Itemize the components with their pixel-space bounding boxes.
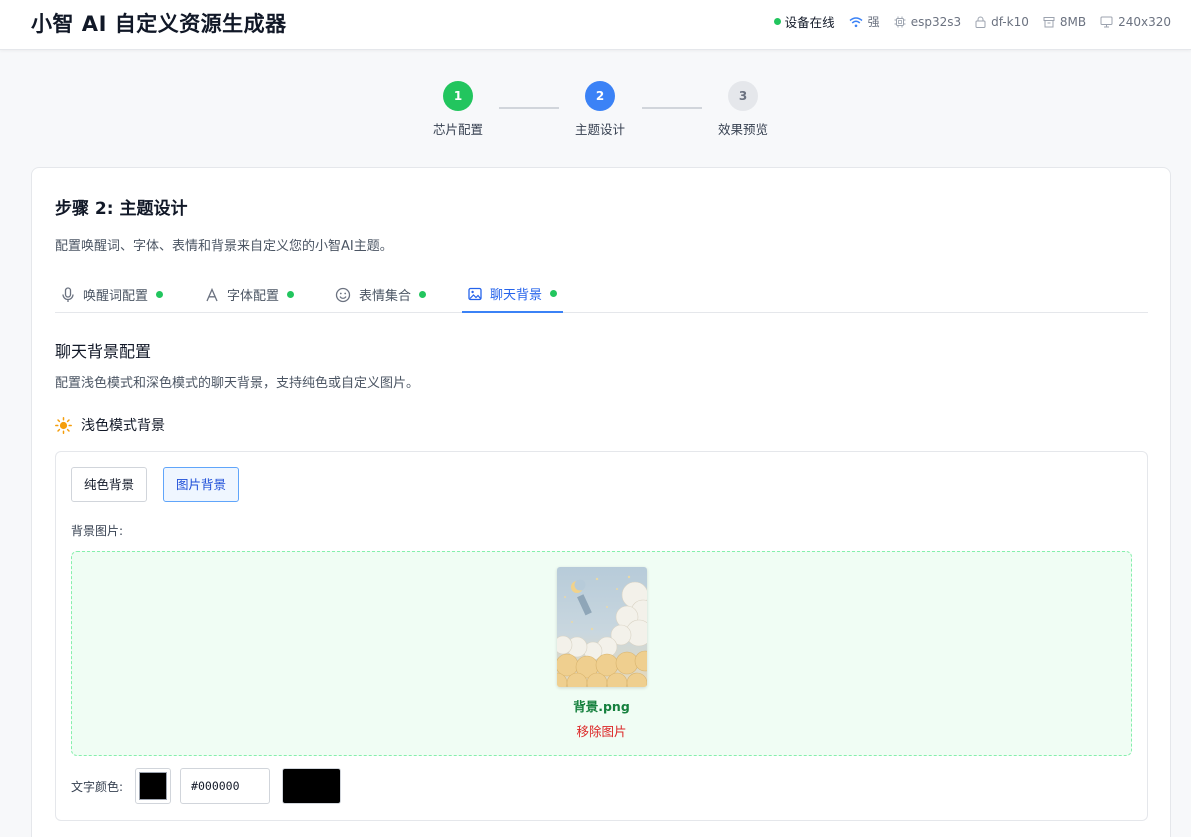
background-thumbnail [557,567,647,687]
text-color-picker[interactable] [135,768,172,804]
progress-stepper: 1 芯片配置 2 主题设计 3 效果预览 [0,80,1191,140]
tab-complete-dot [287,291,295,298]
tab-label: 字体配置 [227,289,280,304]
app-title: 小智 AI 自定义资源生成器 [31,12,287,36]
tab-wake-word[interactable]: 唤醒词配置 [55,276,169,313]
lock-icon [975,16,986,28]
step-chip-config[interactable]: 1 芯片配置 [408,80,508,138]
microphone-icon [62,286,74,302]
smile-icon [335,287,351,302]
text-color-preview [282,768,342,804]
tab-font[interactable]: 字体配置 [199,276,300,313]
wifi-icon [849,16,863,27]
section-title: 聊天背景配置 [55,342,152,361]
section-description: 配置浅色模式和深色模式的聊天背景，支持纯色或自定义图片。 [55,376,420,391]
chip-text: esp32s3 [910,14,962,29]
image-icon [468,287,482,300]
background-image-label: 背景图片: [71,524,124,538]
chip-status: esp32s3 [894,15,961,29]
step-label: 主题设计 [574,122,625,137]
board-text: df-k10 [991,14,1029,29]
theme-tabs: 唤醒词配置 字体配置 表情集合 聊天背景 [55,276,1148,313]
archive-icon [1043,16,1055,27]
tab-emoji[interactable]: 表情集合 [329,276,432,313]
color-swatch [139,772,168,800]
flash-text: 8MB [1059,14,1087,29]
step-label: 芯片配置 [432,122,483,137]
tab-complete-dot [419,291,427,298]
online-status: 设备在线 [773,12,835,31]
tab-complete-dot [550,290,558,297]
chip-icon [894,16,906,27]
light-background-panel: 纯色背景 图片背景 背景图片: 背景.png 移除图片 文字颜色: #00000… [55,451,1148,821]
signal-status: 强 [849,13,880,30]
text-color-row: 文字颜色: [71,768,342,804]
sun-icon [55,416,72,434]
step-number: 2 [585,81,615,111]
step-theme-design[interactable]: 2 主题设计 [550,80,650,138]
step-preview[interactable]: 3 效果预览 [693,80,793,138]
tab-label: 聊天背景 [490,288,543,303]
step-number: 3 [728,81,758,111]
board-status: df-k10 [975,15,1029,29]
online-dot [773,18,781,25]
resolution-status: 240x320 [1100,15,1171,29]
image-upload-dropzone[interactable]: 背景.png 移除图片 [71,551,1132,756]
monitor-icon [1100,16,1113,27]
app-header: 小智 AI 自定义资源生成器 设备在线 强 esp32s3 df-k10 8MB… [0,0,1191,50]
font-icon [206,287,218,301]
device-status-bar: 设备在线 强 esp32s3 df-k10 8MB 240x320 [760,12,1171,31]
card-description: 配置唤醒词、字体、表情和背景来自定义您的小智AI主题。 [55,239,393,254]
uploaded-filename: 背景.png [573,699,630,714]
image-background-button[interactable]: 图片背景 [163,467,240,502]
step-label: 效果预览 [717,122,768,137]
flash-status: 8MB [1043,15,1086,29]
tab-label: 表情集合 [359,289,412,304]
online-status-text: 设备在线 [784,15,835,30]
tab-chat-background[interactable]: 聊天背景 [462,276,564,313]
tab-complete-dot [156,291,164,298]
resolution-text: 240x320 [1118,14,1171,29]
remove-image-link[interactable]: 移除图片 [72,721,1131,740]
step-number: 1 [443,81,473,111]
card-title: 步骤 2: 主题设计 [55,199,188,219]
solid-background-button[interactable]: 纯色背景 [71,467,148,502]
tab-label: 唤醒词配置 [83,289,149,304]
light-mode-title: 浅色模式背景 [81,418,165,434]
text-color-hex-input[interactable] [180,768,271,804]
theme-design-card: 步骤 2: 主题设计 配置唤醒词、字体、表情和背景来自定义您的小智AI主题。 唤… [31,167,1171,837]
light-mode-heading: 浅色模式背景 [55,415,165,435]
signal-strength-text: 强 [867,15,880,29]
text-color-label: 文字颜色: [71,779,124,794]
